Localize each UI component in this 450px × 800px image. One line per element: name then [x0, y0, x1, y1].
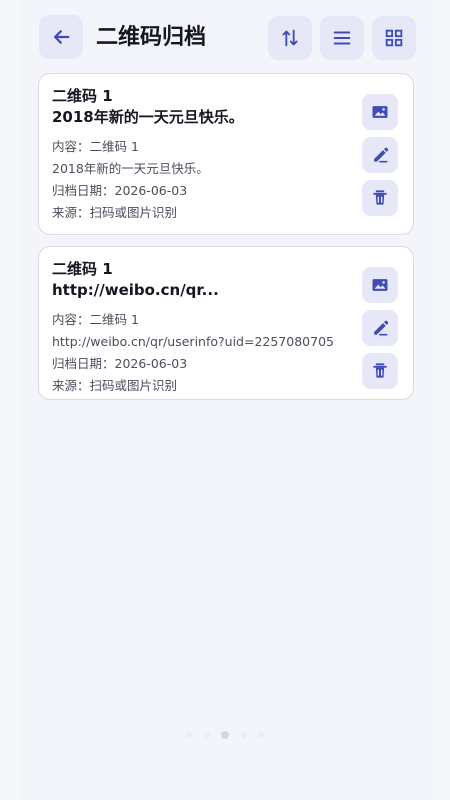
delete-button[interactable]	[362, 180, 398, 216]
page-indicator-dot	[203, 732, 210, 738]
image-icon	[370, 275, 390, 295]
page-indicator-dot	[258, 732, 264, 738]
qr-archive-card[interactable]: 二维码 1 2018年新的一天元旦快乐。 内容：二维码 1 2018年新的一天元…	[38, 73, 414, 235]
top-app-bar: 二维码归档	[0, 0, 450, 76]
qr-item-subtitle: http://weibo.cn/qr...	[52, 281, 219, 299]
qr-item-source: 来源：扫码或图片识别	[52, 205, 178, 220]
arrow-left-icon	[50, 26, 72, 48]
qr-item-content-label: 内容：二维码 1	[52, 139, 139, 154]
card-actions	[362, 94, 398, 216]
edit-button[interactable]	[362, 137, 398, 173]
image-icon	[370, 102, 390, 122]
card-actions	[362, 267, 398, 389]
qr-item-source: 来源：扫码或图片识别	[52, 378, 178, 393]
page-indicator-dot-active	[221, 731, 229, 739]
page-indicator-dot	[186, 732, 192, 738]
grid-view-button[interactable]	[372, 16, 416, 60]
list-view-button[interactable]	[320, 16, 364, 60]
delete-icon	[370, 361, 390, 381]
edit-icon	[370, 318, 390, 338]
edit-icon	[370, 145, 390, 165]
qr-item-name: 二维码 1	[52, 260, 113, 278]
qr-item-name: 二维码 1	[52, 87, 113, 105]
grid-view-icon	[383, 27, 405, 49]
qr-item-archive-date: 归档日期：2026-06-03	[52, 183, 188, 198]
page-indicator	[186, 731, 264, 739]
view-image-button[interactable]	[362, 267, 398, 303]
qr-archive-list: 二维码 1 2018年新的一天元旦快乐。 内容：二维码 1 2018年新的一天元…	[38, 73, 414, 411]
delete-icon	[370, 188, 390, 208]
qr-item-content-text: http://weibo.cn/qr/userinfo?uid=22570807…	[52, 334, 334, 349]
qr-item-subtitle: 2018年新的一天元旦快乐。	[52, 108, 244, 126]
qr-item-archive-date: 归档日期：2026-06-03	[52, 356, 188, 371]
page-title: 二维码归档	[96, 25, 207, 50]
delete-button[interactable]	[362, 353, 398, 389]
back-button[interactable]	[39, 15, 83, 59]
view-image-button[interactable]	[362, 94, 398, 130]
qr-archive-card[interactable]: 二维码 1 http://weibo.cn/qr... 内容：二维码 1 htt…	[38, 246, 414, 400]
qr-item-content-text: 2018年新的一天元旦快乐。	[52, 161, 209, 176]
qr-archive-screen: 二维码归档 二维码 1 2018年新的一天元旦快乐。 内容：二维码 1 2018…	[0, 0, 450, 800]
list-view-icon	[331, 27, 353, 49]
sort-icon	[279, 27, 301, 49]
sort-button[interactable]	[268, 16, 312, 60]
edit-button[interactable]	[362, 310, 398, 346]
qr-item-content-label: 内容：二维码 1	[52, 312, 139, 327]
page-indicator-dot	[240, 732, 247, 738]
